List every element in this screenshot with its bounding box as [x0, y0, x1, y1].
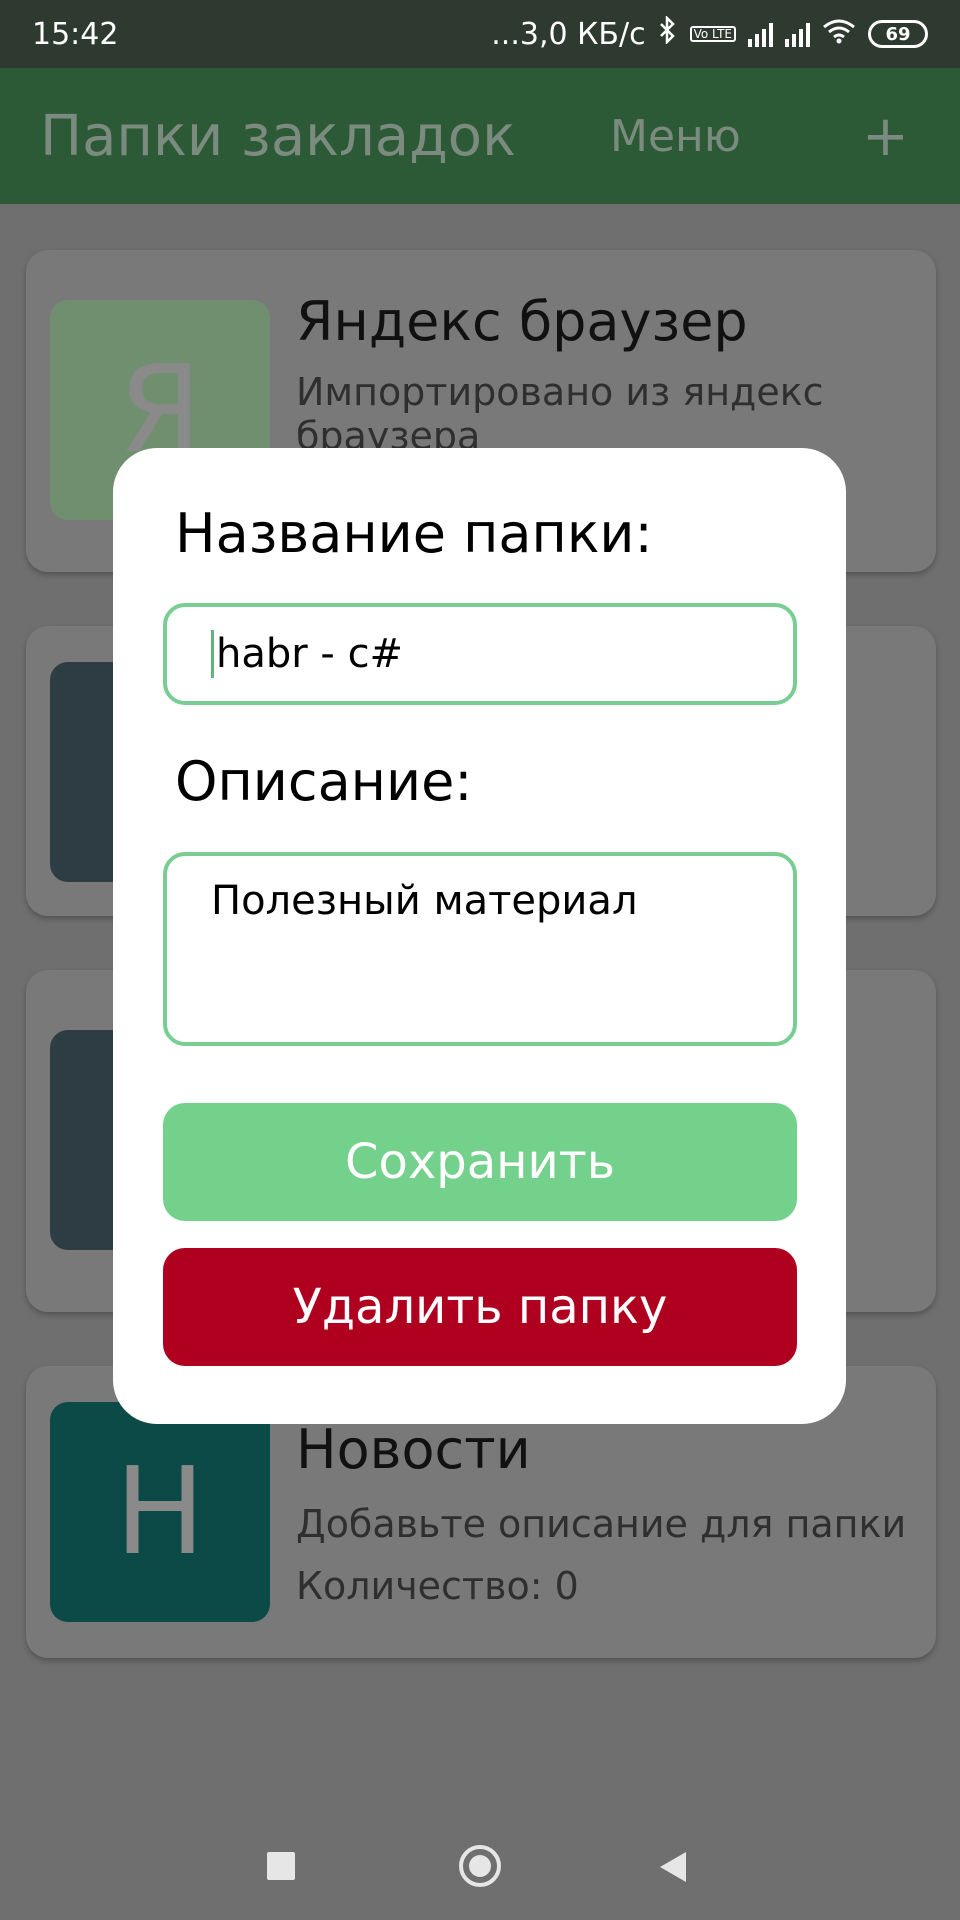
- folder-title: Яндекс браузер: [296, 290, 748, 353]
- folder-thumbnail: Н: [50, 1402, 270, 1622]
- bluetooth-icon: [658, 14, 678, 52]
- back-icon[interactable]: [660, 1852, 686, 1882]
- status-icons: ...3,0 КБ/с Vo LTE 69: [491, 14, 928, 52]
- home-icon[interactable]: [459, 1845, 501, 1887]
- signal-icon: [748, 21, 773, 47]
- app-bar: Папки закладок Меню +: [0, 68, 960, 204]
- status-time: 15:42: [32, 16, 119, 52]
- signal-icon-2: [785, 21, 810, 47]
- description-label: Описание:: [175, 750, 473, 813]
- folder-count: Количество: 0: [296, 1564, 579, 1608]
- description-value: Полезный материал: [211, 878, 638, 924]
- add-folder-button[interactable]: +: [862, 104, 909, 169]
- description-input[interactable]: Полезный материал: [163, 852, 797, 1046]
- battery-icon: 69: [868, 20, 928, 48]
- status-bar: 15:42 ...3,0 КБ/с Vo LTE 69: [0, 0, 960, 68]
- text-cursor: [211, 630, 214, 678]
- folder-title: Новости: [296, 1418, 531, 1481]
- recent-apps-icon[interactable]: [267, 1852, 295, 1880]
- folder-description: Импортировано из яндекс браузера: [296, 370, 824, 458]
- folder-description: Добавьте описание для папки: [296, 1502, 907, 1546]
- save-button[interactable]: Сохранить: [163, 1103, 797, 1221]
- edit-folder-dialog: Название папки: habr - c# Описание: Поле…: [113, 448, 846, 1424]
- lte-badge: Vo LTE: [689, 26, 736, 42]
- wifi-icon: [822, 17, 856, 52]
- menu-button[interactable]: Меню: [610, 111, 741, 162]
- folder-name-input[interactable]: habr - c#: [163, 603, 797, 705]
- network-speed: ...3,0 КБ/с: [491, 16, 646, 52]
- system-nav-bar: [0, 1808, 960, 1920]
- folder-name-label: Название папки:: [175, 502, 653, 565]
- folder-name-value: habr - c#: [216, 631, 404, 677]
- app-title: Папки закладок: [40, 103, 516, 169]
- delete-folder-button[interactable]: Удалить папку: [163, 1248, 797, 1366]
